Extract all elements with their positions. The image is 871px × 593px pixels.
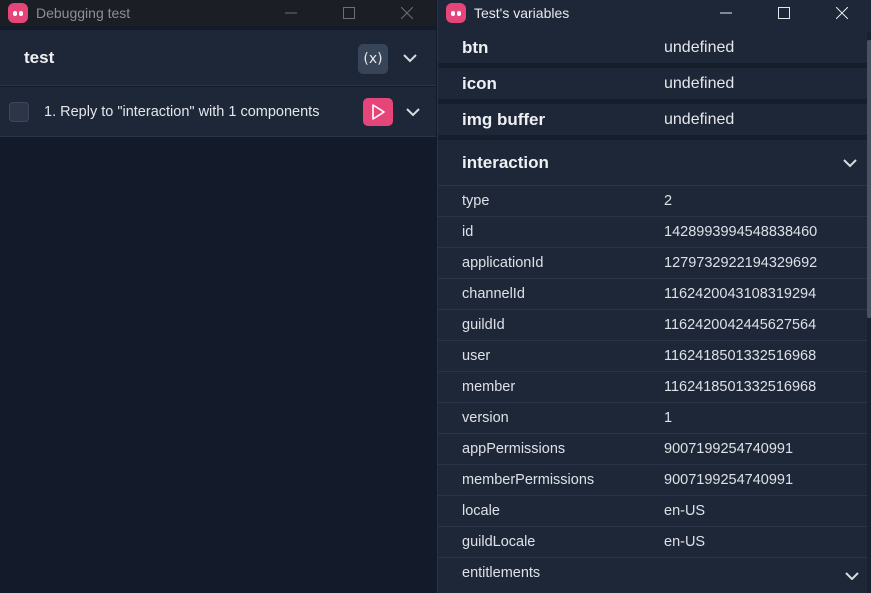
play-icon [372,104,385,120]
field-value: 2 [664,193,673,209]
field-name: guildId [462,317,505,333]
minimize-icon [720,12,732,14]
field-row: applicationId 1279732922194329692 [438,248,867,279]
close-icon [401,7,413,19]
close-button[interactable] [813,0,871,26]
variable-name: icon [462,74,497,93]
expand-field-button[interactable] [840,564,864,580]
minimize-button[interactable] [697,0,755,26]
field-row: user 1162418501332516968 [438,341,867,372]
variable-value: undefined [664,39,735,56]
variables-button[interactable]: (x) [358,44,388,74]
chevron-down-icon [845,571,859,580]
test-name: test [24,48,55,67]
field-name: channelId [462,286,525,302]
field-name: type [462,193,490,209]
field-row: id 1428993994548838460 [438,217,867,248]
variables-window: Test's variables btn undefined icon unde… [437,0,871,593]
field-value: 1162418501332516968 [664,348,817,364]
maximize-icon [778,7,790,19]
field-row: member 1162418501332516968 [438,372,867,403]
field-row: appPermissions 9007199254740991 [438,434,867,465]
field-row: guildLocale en-US [438,527,867,558]
window-title: Test's variables [474,5,570,21]
minimize-icon [285,12,297,14]
field-value: en-US [664,503,706,519]
run-step-button[interactable] [363,98,393,126]
field-value: 1162420043108319294 [664,286,817,302]
field-name: guildLocale [462,534,536,550]
field-name: user [462,348,491,364]
titlebar[interactable]: Debugging test [0,0,436,26]
field-row: guildId 1162420042445627564 [438,310,867,341]
field-row: locale en-US [438,496,867,527]
field-name: locale [462,503,500,519]
variable-group-name: interaction [462,153,549,172]
variable-row: img buffer undefined [438,104,867,140]
field-value: 1428993994548838460 [664,224,818,240]
field-name: id [462,224,474,240]
field-name: entitlements [462,565,541,580]
variable-name: btn [462,38,489,57]
field-name: member [462,379,516,395]
field-row: type 2 [438,186,867,217]
field-value: 1 [664,410,673,426]
window-title: Debugging test [36,5,131,21]
field-name: appPermissions [462,441,566,457]
chevron-down-icon [843,158,857,167]
chevron-down-icon [406,107,420,116]
field-value: 1162418501332516968 [664,379,817,395]
expand-step-button[interactable] [401,100,425,124]
maximize-icon [343,7,355,19]
variables-list: btn undefined icon undefined img buffer … [438,32,867,580]
field-row: memberPermissions 9007199254740991 [438,465,867,496]
collapse-test-button[interactable] [398,46,422,70]
variable-row: btn undefined [438,32,867,68]
field-name: version [462,410,509,426]
debugging-window: Debugging test test (x) 1. Reply to "int… [0,0,436,593]
step-checkbox[interactable] [9,102,29,122]
maximize-button[interactable] [320,0,378,26]
scrollbar-thumb[interactable] [867,40,871,318]
vertical-scrollbar[interactable] [867,32,871,593]
field-value: 9007199254740991 [664,441,794,457]
field-row[interactable]: entitlements [438,558,867,580]
variable-group-header[interactable]: interaction [438,140,867,186]
close-icon [836,7,848,19]
chevron-down-icon [403,53,417,62]
titlebar[interactable]: Test's variables [438,0,871,26]
app-logo-icon [8,3,28,23]
maximize-button[interactable] [755,0,813,26]
variable-name: img buffer [462,110,546,129]
field-value: 1162420042445627564 [664,317,817,333]
step-row[interactable]: 1. Reply to "interaction" with 1 compone… [0,87,436,137]
field-row: channelId 1162420043108319294 [438,279,867,310]
variable-value: undefined [664,75,735,92]
test-header: test (x) [0,30,436,86]
field-name: applicationId [462,255,544,271]
close-button[interactable] [378,0,436,26]
variable-row: icon undefined [438,68,867,104]
app-logo-icon [446,3,466,23]
variable-value: undefined [664,111,735,128]
field-value: 1279732922194329692 [664,255,818,271]
field-value: 9007199254740991 [664,472,794,488]
field-value: en-US [664,534,706,550]
minimize-button[interactable] [262,0,320,26]
step-label: 1. Reply to "interaction" with 1 compone… [44,104,320,120]
field-row: version 1 [438,403,867,434]
collapse-group-button[interactable] [838,151,862,175]
field-name: memberPermissions [462,472,595,488]
